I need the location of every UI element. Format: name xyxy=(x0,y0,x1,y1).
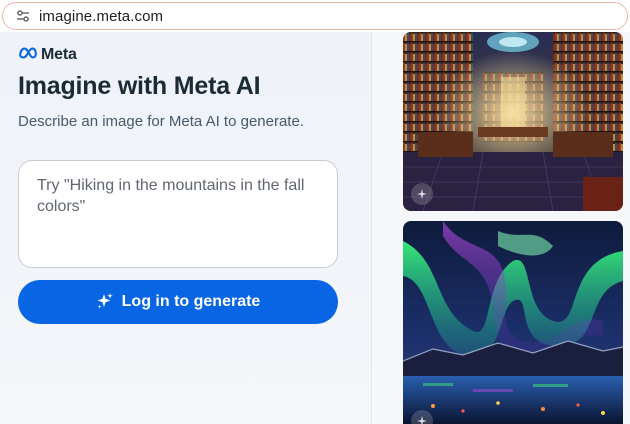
gallery-image-library[interactable] xyxy=(403,32,623,211)
tune-icon[interactable] xyxy=(13,6,33,26)
page-subtitle: Describe an image for Meta AI to generat… xyxy=(18,113,304,130)
image-info-icon[interactable] xyxy=(411,183,433,205)
login-button-label: Log in to generate xyxy=(121,293,261,310)
sparkle-icon xyxy=(96,292,114,313)
meta-infinity-icon xyxy=(18,46,38,64)
login-to-generate-button[interactable]: Log in to generate xyxy=(18,280,338,324)
gallery-image-aurora[interactable] xyxy=(403,221,623,424)
address-bar[interactable]: imagine.meta.com xyxy=(2,2,628,30)
page-title: Imagine with Meta AI xyxy=(18,72,261,100)
meta-logo-text: Meta xyxy=(41,46,77,63)
prompt-input[interactable] xyxy=(18,160,338,268)
url-text[interactable]: imagine.meta.com xyxy=(39,8,163,25)
meta-logo[interactable]: Meta xyxy=(18,46,77,64)
